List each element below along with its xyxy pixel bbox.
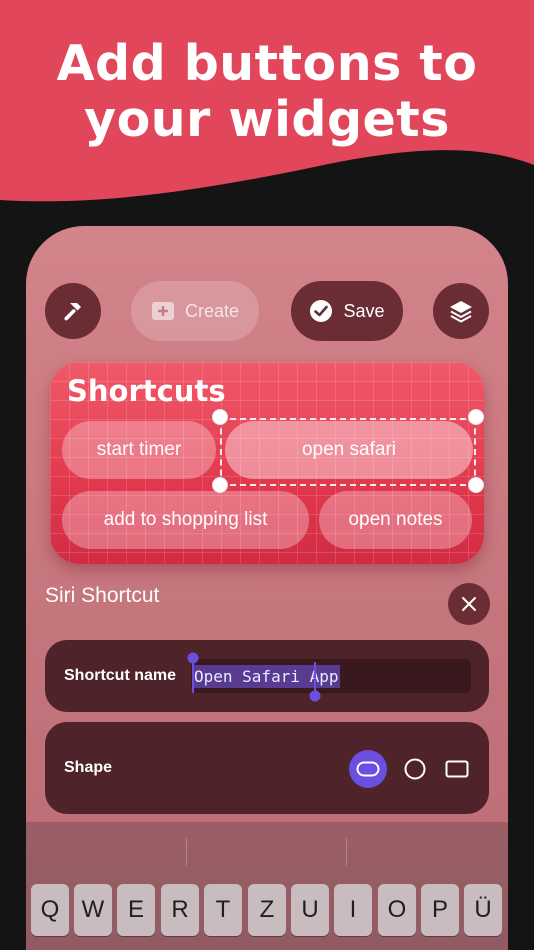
selection-outline xyxy=(220,418,476,486)
checkmark-circle-icon xyxy=(310,300,333,322)
widget-button-open-notes[interactable]: open notes xyxy=(319,491,472,549)
save-button[interactable]: Save xyxy=(291,281,403,341)
resize-handle-bottom-left[interactable] xyxy=(212,477,228,493)
selection-end-handle[interactable] xyxy=(309,662,321,708)
shape-label: Shape xyxy=(64,759,113,776)
shortcut-name-card: Shortcut name Open Safari App xyxy=(45,640,489,712)
resize-handle-bottom-right[interactable] xyxy=(468,477,484,493)
layers-button[interactable] xyxy=(433,283,489,339)
key-r[interactable]: R xyxy=(161,884,199,936)
plus-square-icon xyxy=(151,302,174,320)
key-p[interactable]: P xyxy=(421,884,459,936)
widget-title: Shortcuts xyxy=(67,374,226,408)
header-title-line-2: your widgets xyxy=(84,91,450,148)
widget-button-add-to-shopping-list[interactable]: add to shopping list xyxy=(62,491,309,549)
resize-handle-top-left[interactable] xyxy=(212,409,228,425)
shape-card: Shape xyxy=(45,722,489,814)
key-u[interactable]: U xyxy=(291,884,329,936)
close-button[interactable] xyxy=(448,583,490,625)
header-title: Add buttons to your widgets xyxy=(0,36,534,148)
suggestion-divider xyxy=(186,838,187,866)
key-i[interactable]: I xyxy=(334,884,372,936)
key-z[interactable]: Z xyxy=(248,884,286,936)
circle-shape-icon xyxy=(404,758,426,780)
phone-screen: Create Save Shortcuts start timer open s… xyxy=(26,226,508,950)
widget-preview[interactable]: Shortcuts start timer open safari add to… xyxy=(50,362,484,564)
key-o[interactable]: O xyxy=(378,884,416,936)
create-button-label: Create xyxy=(184,300,240,321)
key-u-umlaut[interactable]: Ü xyxy=(464,884,502,936)
key-e[interactable]: E xyxy=(117,884,155,936)
shape-option-rectangle[interactable] xyxy=(438,750,476,788)
suggestion-divider xyxy=(346,838,347,866)
pill-shape-icon xyxy=(356,761,380,777)
header-title-line-1: Add buttons to xyxy=(56,35,478,92)
key-w[interactable]: W xyxy=(74,884,112,936)
selection-start-handle[interactable] xyxy=(187,652,199,716)
save-button-label: Save xyxy=(343,300,385,321)
shape-option-pill[interactable] xyxy=(349,750,387,788)
shape-option-circle[interactable] xyxy=(396,750,434,788)
close-icon xyxy=(462,597,476,611)
key-t[interactable]: T xyxy=(204,884,242,936)
edit-button[interactable] xyxy=(45,283,101,339)
shortcut-name-input[interactable]: Open Safari App xyxy=(191,659,471,693)
keyboard: Q W E R T Z U I O P Ü xyxy=(26,822,508,950)
create-button[interactable]: Create xyxy=(131,281,259,341)
rectangle-shape-icon xyxy=(445,760,469,778)
resize-handle-top-right[interactable] xyxy=(468,409,484,425)
hammer-icon xyxy=(64,303,81,321)
layers-icon xyxy=(450,301,472,323)
shortcut-name-label: Shortcut name xyxy=(64,667,177,684)
section-title: Siri Shortcut xyxy=(45,584,160,607)
widget-button-start-timer[interactable]: start timer xyxy=(62,421,216,479)
key-q[interactable]: Q xyxy=(31,884,69,936)
